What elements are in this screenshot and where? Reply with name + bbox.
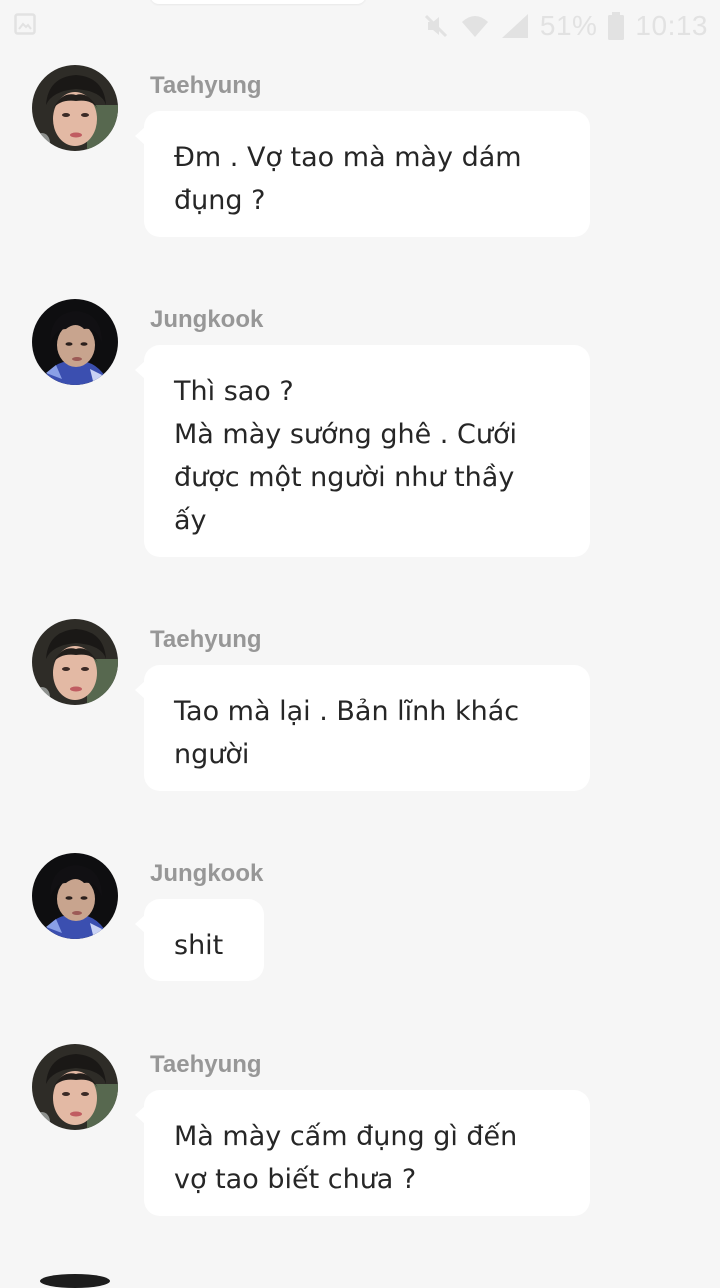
previous-bubble-edge	[150, 0, 366, 4]
sender-name: Jungkook	[150, 306, 264, 333]
taehyung-avatar[interactable]	[32, 619, 118, 705]
sender-name: Jungkook	[150, 860, 264, 887]
gallery-icon	[14, 13, 36, 35]
battery-icon	[607, 11, 625, 41]
message-bubble[interactable]: Đm . Vợ tao mà mày dám đụng ?	[135, 111, 590, 237]
sender-name: Taehyung	[150, 1051, 262, 1078]
jungkook-avatar[interactable]	[32, 299, 118, 385]
message-bubble[interactable]: Tao mà lại . Bản lĩnh khác người	[135, 665, 590, 791]
next-avatar-edge	[40, 1274, 110, 1288]
mute-icon	[422, 12, 450, 40]
sender-name: Taehyung	[150, 72, 262, 99]
message-bubble[interactable]: Thì sao ? Mà mày sướng ghê . Cưới được m…	[135, 345, 590, 557]
message-text: Thì sao ? Mà mày sướng ghê . Cưới được m…	[174, 376, 517, 536]
message-text: shit	[174, 930, 224, 961]
taehyung-avatar[interactable]	[32, 1044, 118, 1130]
taehyung-avatar[interactable]	[32, 65, 118, 151]
message-bubble[interactable]: Mà mày cấm đụng gì đến vợ tao biết chưa …	[135, 1090, 590, 1216]
status-bar: 51% 10:13	[0, 0, 720, 52]
message-bubble[interactable]: shit	[135, 899, 264, 981]
message-text: Đm . Vợ tao mà mày dám đụng ?	[174, 142, 522, 216]
message-text: Mà mày cấm đụng gì đến vợ tao biết chưa …	[174, 1121, 518, 1195]
signal-icon	[500, 12, 530, 40]
clock: 10:13	[635, 10, 708, 41]
battery-percent: 51%	[539, 10, 598, 41]
sender-name: Taehyung	[150, 626, 262, 653]
wifi-icon	[460, 12, 490, 40]
message-text: Tao mà lại . Bản lĩnh khác người	[174, 696, 520, 770]
jungkook-avatar[interactable]	[32, 853, 118, 939]
